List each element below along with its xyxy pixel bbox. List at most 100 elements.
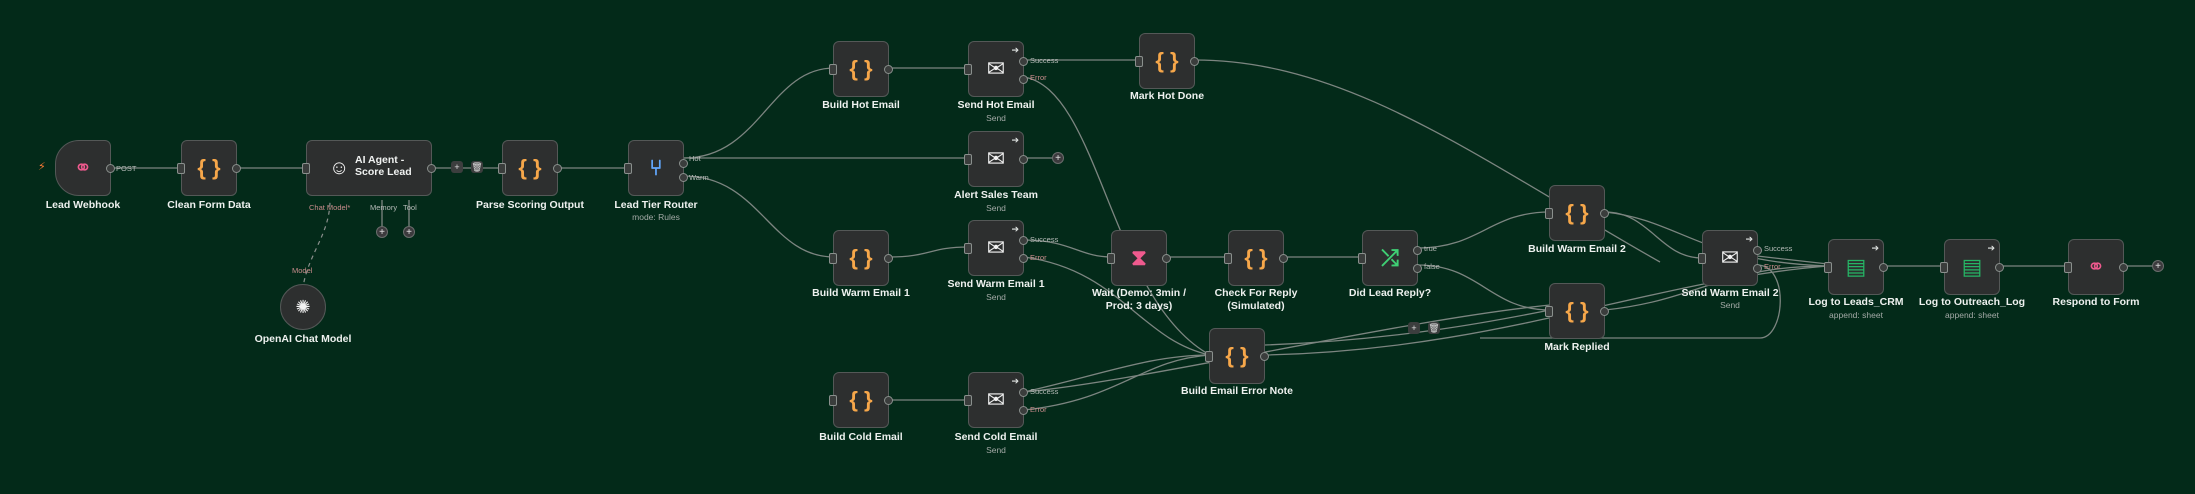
output-port[interactable] [232,164,241,173]
delete-node-icon[interactable]: 🗑 [1428,322,1440,334]
output-port[interactable] [1995,263,2004,272]
output-port-warm[interactable] [679,173,688,182]
node-send-warm-email-1[interactable]: ➔ ✉ [964,220,1028,276]
input-port[interactable] [1205,351,1213,362]
node-subtitle: Send [986,113,1006,123]
node-alert-sales-team[interactable]: ➔ ✉ [964,131,1028,187]
output-port-success[interactable] [1753,246,1762,255]
output-port[interactable] [1279,254,1288,263]
add-node-button[interactable]: + [2152,260,2164,272]
node-build-email-error-note[interactable]: { } [1205,328,1269,384]
input-port[interactable] [1135,56,1143,67]
send-arrow-icon: ➔ [1011,135,1019,145]
input-port[interactable] [624,163,632,174]
output-port-true[interactable] [1413,246,1422,255]
input-port[interactable] [964,243,972,254]
input-port[interactable] [1940,262,1948,273]
output-port-error[interactable] [1019,75,1028,84]
add-node-button[interactable]: + [451,161,463,173]
code-braces-icon: { } [849,387,873,412]
input-port[interactable] [302,163,310,174]
output-port-hot[interactable] [679,159,688,168]
node-lead-webhook[interactable]: ⚭ [55,140,115,196]
input-port[interactable] [1824,262,1832,273]
input-port[interactable] [964,154,972,165]
node-build-hot-email[interactable]: { } [829,41,893,97]
add-node-button[interactable]: + [1052,152,1064,164]
workflow-canvas[interactable]: ⚡ ⚭ POST Lead Webhook { } Clean Form Dat… [0,0,2195,494]
node-build-warm-email-1[interactable]: { } [829,230,893,286]
node-label: Send Cold Email [954,431,1038,443]
output-port[interactable] [884,65,893,74]
node-check-for-reply[interactable]: { } [1224,230,1288,286]
node-parse-scoring-output[interactable]: { } [498,140,562,196]
node-mark-replied[interactable]: { } [1545,283,1609,339]
node-ai-agent-score-lead[interactable]: ☺ AI Agent - Score Lead [302,140,436,196]
node-respond-to-form[interactable]: ⚭ [2064,239,2128,295]
port-label-success: Success [1764,244,1793,253]
node-label: Lead Tier Router [614,199,698,211]
node-did-lead-reply[interactable]: ⤮ [1358,230,1422,286]
node-clean-form-data[interactable]: { } [177,140,241,196]
output-port-success[interactable] [1019,388,1028,397]
input-port[interactable] [177,163,185,174]
input-port[interactable] [1358,253,1366,264]
mail-icon: ✉ [986,235,1006,260]
output-port-false[interactable] [1413,264,1422,273]
node-label: Mark Replied [1544,341,1610,353]
send-arrow-icon: ➔ [1011,224,1019,234]
node-log-to-leads-crm[interactable]: ➔ ▤ [1824,239,1888,295]
node-lead-tier-router[interactable]: ⑂ [624,140,688,196]
edge-sendcold-success [1023,304,1551,393]
input-port[interactable] [964,64,972,75]
node-mark-hot-done[interactable]: { } [1135,33,1199,89]
output-port[interactable] [1260,352,1269,361]
output-port-success[interactable] [1019,57,1028,66]
output-port[interactable] [884,254,893,263]
output-port[interactable] [1600,307,1609,316]
output-port[interactable] [1600,209,1609,218]
output-port[interactable] [106,164,115,173]
input-port[interactable] [829,395,837,406]
output-port-error[interactable] [1019,406,1028,415]
output-port-error[interactable] [1753,264,1762,273]
node-send-cold-email[interactable]: ➔ ✉ [964,372,1028,428]
input-port[interactable] [498,163,506,174]
input-port[interactable] [1107,253,1115,264]
send-arrow-icon: ➔ [1987,243,1995,253]
node-wait[interactable]: ⧗ [1107,230,1171,286]
add-memory-button[interactable]: + [376,226,388,238]
input-port[interactable] [829,64,837,75]
delete-node-icon[interactable]: 🗑 [471,161,483,173]
output-port[interactable] [1019,155,1028,164]
output-port[interactable] [2119,263,2128,272]
port-label-error: Error [1030,253,1047,262]
node-build-warm-email-2[interactable]: { } [1545,185,1609,241]
node-send-hot-email[interactable]: ➔ ✉ [964,41,1028,97]
code-braces-icon: { } [518,155,542,180]
output-port[interactable] [1190,57,1199,66]
output-port[interactable] [1162,254,1171,263]
mail-icon: ✉ [986,146,1006,171]
input-port[interactable] [2064,262,2072,273]
output-port[interactable] [1879,263,1888,272]
input-port[interactable] [1545,306,1553,317]
output-port[interactable] [884,396,893,405]
node-openai-chat-model[interactable]: ✺ [280,284,326,330]
code-braces-icon: { } [849,56,873,81]
add-node-button[interactable]: + [1408,322,1420,334]
input-port[interactable] [1698,253,1706,264]
output-port-error[interactable] [1019,254,1028,263]
input-port[interactable] [964,395,972,406]
node-build-cold-email[interactable]: { } [829,372,893,428]
node-send-warm-email-2[interactable]: ➔ ✉ [1698,230,1762,286]
input-port[interactable] [829,253,837,264]
edge-buildwarm1-sendwarm1 [888,246,969,258]
input-port[interactable] [1224,253,1232,264]
input-port[interactable] [1545,208,1553,219]
add-tool-button[interactable]: + [403,226,415,238]
output-port[interactable] [427,164,436,173]
output-port-success[interactable] [1019,236,1028,245]
output-port[interactable] [553,164,562,173]
node-log-to-outreach-log[interactable]: ➔ ▤ [1940,239,2004,295]
